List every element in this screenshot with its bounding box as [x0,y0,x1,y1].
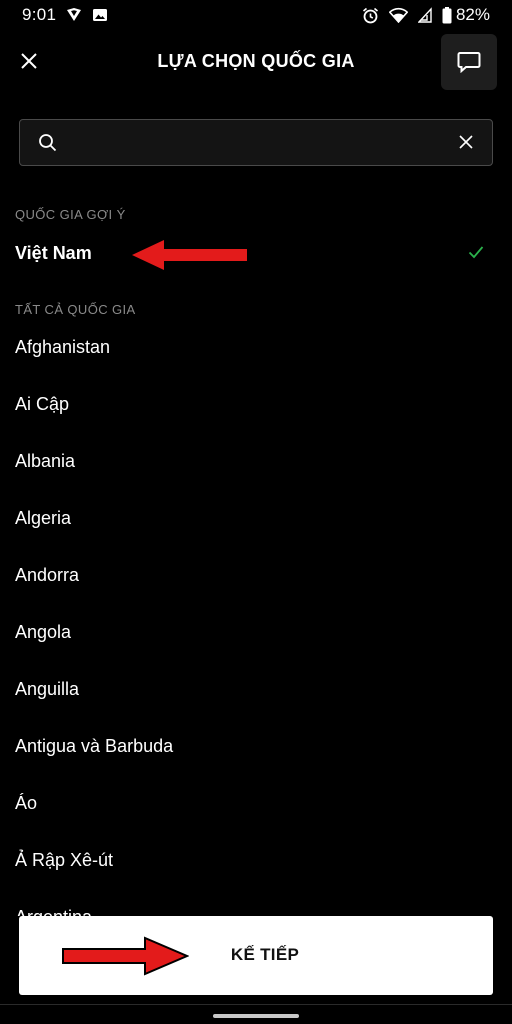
status-left: 9:01 [22,5,108,25]
country-item[interactable]: Angola [0,611,512,655]
home-indicator[interactable] [213,1014,299,1018]
image-icon [92,7,108,23]
country-item[interactable]: Albania [0,440,512,484]
country-item[interactable]: Antigua và Barbuda [0,725,512,769]
alarm-icon [362,7,379,24]
country-item[interactable]: Anguilla [0,668,512,712]
country-label: Algeria [15,508,72,528]
annotation-arrow-left [131,239,249,276]
status-time: 9:01 [22,5,57,24]
check-icon [468,245,484,264]
country-label: Áo [15,793,38,813]
battery-percent: 82% [455,5,490,24]
country-label: Anguilla [15,679,80,699]
all-section-header: TẤT CẢ QUỐC GIA [15,302,136,317]
wifi-icon [388,7,408,23]
search-box [19,119,493,166]
status-bar: 9:01 82% [0,0,512,30]
country-label: Afghanistan [15,337,111,357]
country-list: Afghanistan Ai Cập Albania Algeria Andor… [0,330,512,916]
country-label: Ả Rập Xê-út [15,850,114,870]
country-label: Andorra [15,565,80,585]
country-label: Argentina [15,907,92,916]
system-nav-bar [0,1004,512,1024]
country-item[interactable]: Áo [0,782,512,826]
clear-search-icon[interactable] [457,133,475,156]
signal-icon [417,7,432,23]
country-label: Ai Cập [15,394,70,414]
chat-bubble-icon [457,52,481,73]
page-title: LỰA CHỌN QUỐC GIA [157,51,355,71]
suggested-section-header: QUỐC GIA GỢI Ý [15,207,126,222]
country-item[interactable]: Andorra [0,554,512,598]
shield-icon [66,7,82,23]
battery-icon [442,6,452,24]
country-label: Angola [15,622,72,642]
search-input[interactable] [72,128,436,160]
country-label: Albania [15,451,76,471]
chat-button[interactable] [441,34,497,90]
country-item[interactable]: Argentina [0,896,512,916]
country-item[interactable]: Ai Cập [0,383,512,427]
suggested-country-label: Việt Nam [15,243,92,263]
next-button[interactable]: KẾ TIẾP [19,916,493,995]
app-header: LỰA CHỌN QUỐC GIA [0,34,512,90]
country-item[interactable]: Afghanistan [0,330,512,370]
status-right: 82% [362,5,490,25]
country-item[interactable]: Algeria [0,497,512,541]
next-button-label: KẾ TIẾP [230,945,300,964]
search-icon [38,133,57,157]
country-item[interactable]: Ả Rập Xê-út [0,839,512,883]
country-item-suggested[interactable]: Việt Nam [0,234,512,274]
country-label: Antigua và Barbuda [15,736,174,756]
